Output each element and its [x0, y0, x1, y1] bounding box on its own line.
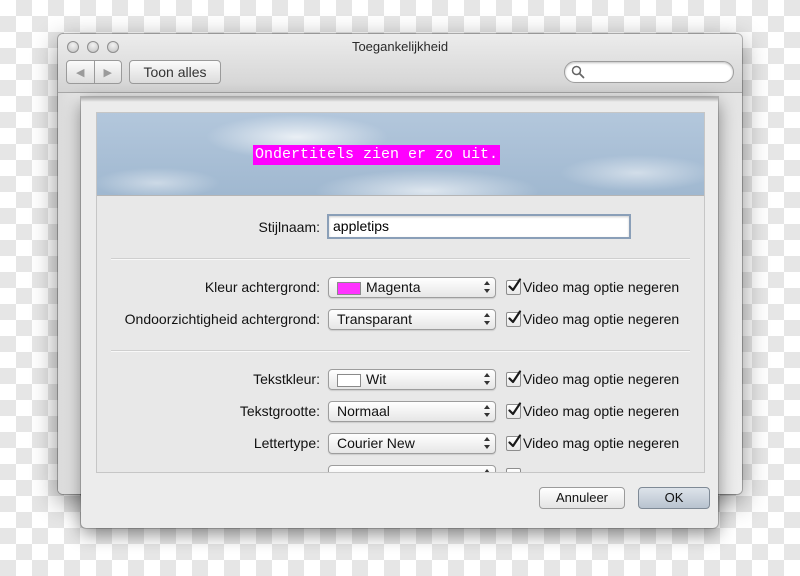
checkbox-label: Video mag optie negeren	[523, 435, 680, 451]
back-forward-buttons: ◀ ▶	[66, 60, 122, 84]
ok-button[interactable]: OK	[638, 487, 710, 509]
text-size-label: Tekstgrootte:	[239, 403, 320, 419]
cancel-button[interactable]: Annuleer	[539, 487, 625, 509]
updown-arrows-icon	[484, 313, 490, 325]
checkbox-label: Video mag optie negeren	[523, 403, 680, 419]
font-popup[interactable]: Courier New	[328, 433, 496, 454]
chevron-left-icon: ◀	[76, 66, 85, 79]
checkbox[interactable]	[506, 370, 522, 387]
back-button[interactable]: ◀	[67, 61, 94, 83]
sidebar-strip	[58, 93, 80, 494]
checkbox-label: Video mag optie negeren	[523, 279, 680, 295]
background-opacity-label: Ondoorzichtigheid achtergrond:	[124, 311, 320, 327]
updown-arrows-icon	[484, 437, 490, 449]
background-color-popup[interactable]: Magenta	[328, 277, 496, 298]
checkmark-icon	[508, 310, 522, 324]
sheet-top-shadow	[81, 97, 718, 102]
updown-arrows-icon	[484, 405, 490, 417]
window-titlebar: Toegankelijkheid ◀ ▶ Toon alles	[58, 34, 742, 93]
subtitle-sample-text: Ondertitels zien er zo uit.	[253, 145, 501, 165]
chevron-right-icon: ▶	[103, 66, 112, 79]
clipped-popup[interactable]	[328, 465, 496, 472]
text-color-label: Tekstkleur:	[253, 371, 320, 387]
subtitle-preview: Ondertitels zien er zo uit.	[97, 113, 704, 196]
checkbox[interactable]	[506, 310, 522, 327]
checkmark-icon	[508, 278, 522, 292]
background-color-label: Kleur achtergrond:	[204, 279, 320, 295]
background-color-swatch	[337, 282, 361, 295]
search-icon	[571, 65, 585, 79]
background-opacity-popup[interactable]: Transparant	[328, 309, 496, 330]
popup-value: Wit	[366, 371, 387, 387]
style-name-field[interactable]: appletips	[327, 214, 631, 239]
updown-arrows-icon	[484, 373, 490, 385]
style-name-label: Stijlnaam:	[258, 219, 320, 235]
checkbox-label: Video mag optie negeren	[523, 371, 680, 387]
checkbox[interactable]	[506, 402, 522, 419]
style-settings-panel: Ondertitels zien er zo uit. Stijlnaam: a…	[96, 112, 705, 473]
updown-arrows-icon	[484, 281, 490, 293]
forward-button[interactable]: ▶	[93, 61, 122, 83]
checkbox[interactable]	[506, 468, 521, 472]
search-input[interactable]	[564, 61, 734, 83]
checkbox-label: Video mag optie negeren	[523, 311, 680, 327]
popup-value: Courier New	[337, 435, 415, 451]
checkmark-icon	[508, 402, 522, 416]
font-label: Lettertype:	[253, 435, 320, 451]
separator	[111, 258, 690, 259]
updown-arrows-icon	[484, 469, 490, 472]
checkbox[interactable]	[506, 434, 522, 451]
popup-value: Transparant	[337, 311, 412, 327]
popup-value: Normaal	[337, 403, 390, 419]
checkmark-icon	[508, 370, 522, 384]
checkmark-icon	[508, 434, 522, 448]
text-size-popup[interactable]: Normaal	[328, 401, 496, 422]
text-color-popup[interactable]: Wit	[328, 369, 496, 390]
show-all-button[interactable]: Toon alles	[129, 60, 221, 84]
window-title: Toegankelijkheid	[351, 39, 449, 54]
separator	[111, 350, 690, 351]
checkbox[interactable]	[506, 278, 522, 295]
text-color-swatch	[337, 374, 361, 387]
popup-value: Magenta	[366, 279, 421, 295]
subtitle-style-sheet: Ondertitels zien er zo uit. Stijlnaam: a…	[81, 97, 718, 528]
